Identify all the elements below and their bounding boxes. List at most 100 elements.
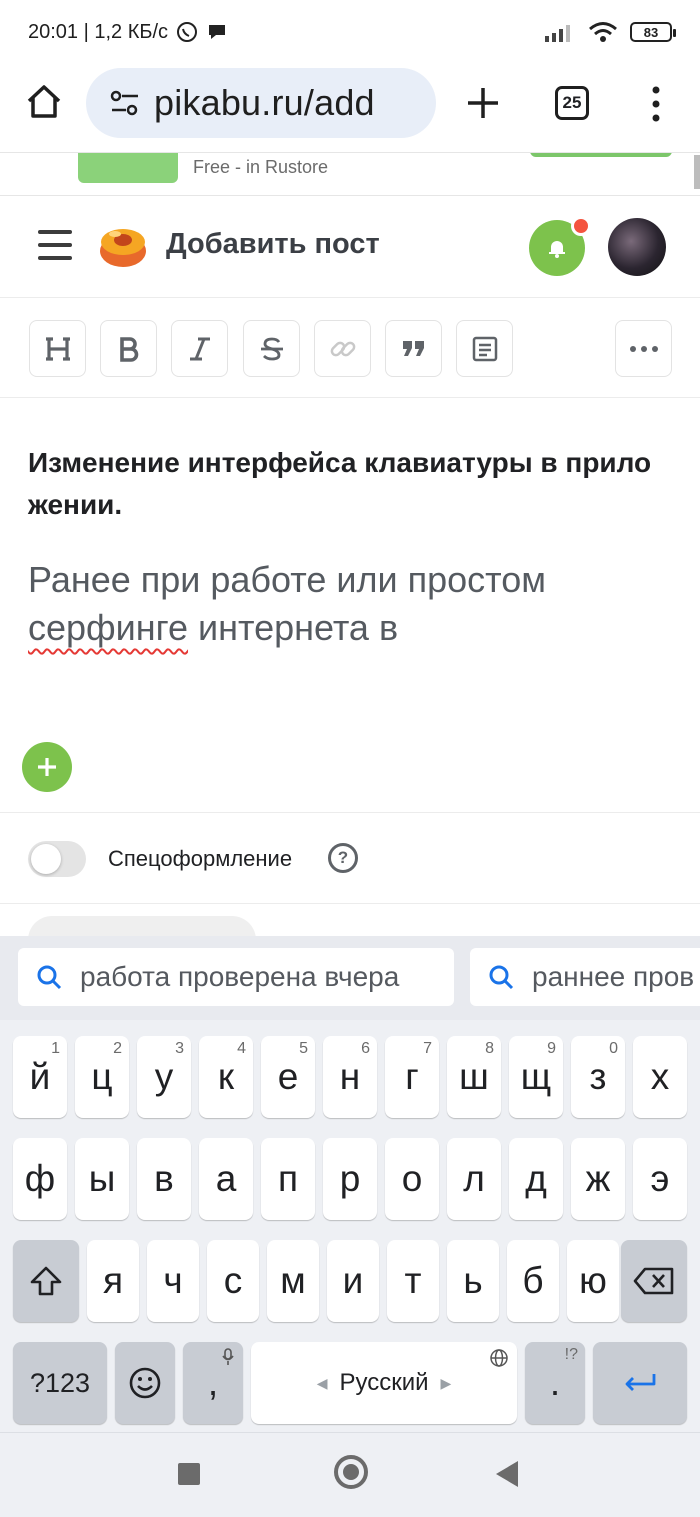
- notifications-button[interactable]: [529, 216, 591, 276]
- key[interactable]: п: [261, 1138, 315, 1220]
- suggestion-chip[interactable]: работа проверена вчера: [18, 948, 454, 1006]
- key[interactable]: и: [327, 1240, 379, 1322]
- key[interactable]: ш8: [447, 1036, 501, 1118]
- shift-icon: [30, 1266, 62, 1296]
- key[interactable]: ы: [75, 1138, 129, 1220]
- more-menu-icon[interactable]: [648, 84, 664, 124]
- keyboard-language-label: Русский: [339, 1369, 429, 1396]
- ad-text: Free - in Rustore: [193, 157, 329, 177]
- key[interactable]: ц2: [75, 1036, 129, 1118]
- special-formatting-label: Спецоформление: [108, 846, 293, 871]
- heading-icon: [45, 336, 70, 361]
- key[interactable]: ю: [567, 1240, 619, 1322]
- key[interactable]: э: [633, 1138, 687, 1220]
- heading-button[interactable]: [29, 320, 86, 377]
- tab-switcher-button[interactable]: 25: [555, 86, 589, 120]
- key[interactable]: ч: [147, 1240, 199, 1322]
- post-body-text[interactable]: Ранее при работе или простом серфинге ин…: [28, 556, 668, 652]
- key[interactable]: с: [207, 1240, 259, 1322]
- search-icon: [489, 965, 514, 990]
- key[interactable]: л: [447, 1138, 501, 1220]
- link-button[interactable]: [314, 320, 371, 377]
- special-formatting-row: Спецоформление ?: [0, 812, 700, 904]
- key[interactable]: е5: [261, 1036, 315, 1118]
- browser-toolbar: pikabu.ru/add 25: [0, 64, 700, 152]
- space-key[interactable]: ◀ Русский ▶: [251, 1342, 517, 1424]
- emoji-icon: [129, 1367, 161, 1399]
- pikabu-logo[interactable]: [96, 220, 150, 270]
- comma-key[interactable]: ,: [183, 1342, 243, 1424]
- key[interactable]: х: [633, 1036, 687, 1118]
- recents-icon[interactable]: [178, 1463, 200, 1485]
- bold-button[interactable]: [100, 320, 157, 377]
- key[interactable]: щ9: [509, 1036, 563, 1118]
- key[interactable]: т: [387, 1240, 439, 1322]
- wifi-icon: [589, 22, 617, 42]
- ad-banner[interactable]: Free - in Rustore: [0, 152, 700, 196]
- key[interactable]: р: [323, 1138, 377, 1220]
- symbols-key[interactable]: ?123: [13, 1342, 107, 1424]
- key[interactable]: д: [509, 1138, 563, 1220]
- left-arrow-icon: ◀: [316, 1374, 328, 1391]
- more-options-button[interactable]: [615, 320, 672, 377]
- key[interactable]: ф: [13, 1138, 67, 1220]
- post-title-text[interactable]: Изменение интерфейса клавиатуры в прилож…: [28, 442, 668, 526]
- chat-icon: [209, 25, 226, 39]
- address-bar[interactable]: pikabu.ru/add: [86, 68, 436, 138]
- key[interactable]: к4: [199, 1036, 253, 1118]
- suggestion-bar: работа проверена вчера раннее пров: [0, 936, 700, 1020]
- key[interactable]: я: [87, 1240, 139, 1322]
- key[interactable]: м: [267, 1240, 319, 1322]
- help-icon[interactable]: ?: [328, 843, 358, 873]
- formatting-toolbar: [0, 298, 700, 398]
- suggestion-text: работа проверена вчера: [80, 961, 400, 992]
- bold-icon: [119, 336, 138, 362]
- special-formatting-toggle[interactable]: [28, 841, 86, 877]
- key[interactable]: о: [385, 1138, 439, 1220]
- backspace-key[interactable]: [621, 1240, 687, 1322]
- key[interactable]: у3: [137, 1036, 191, 1118]
- ad-image: [78, 153, 178, 183]
- key[interactable]: г7: [385, 1036, 439, 1118]
- italic-button[interactable]: [171, 320, 228, 377]
- key[interactable]: з0: [571, 1036, 625, 1118]
- hamburger-menu-icon[interactable]: [38, 230, 72, 260]
- page-title: Добавить пост: [166, 228, 380, 260]
- back-icon[interactable]: [496, 1461, 518, 1487]
- emoji-key[interactable]: [115, 1342, 175, 1424]
- notification-badge: [571, 216, 591, 236]
- add-block-button[interactable]: [22, 742, 72, 792]
- site-header: Добавить пост: [0, 196, 700, 298]
- post-editor[interactable]: Изменение интерфейса клавиатуры в прилож…: [0, 398, 700, 812]
- site-settings-icon[interactable]: [110, 90, 140, 116]
- quote-button[interactable]: [385, 320, 442, 377]
- on-screen-keyboard: работа проверена вчера раннее пров й1 ц2…: [0, 936, 700, 1517]
- ad-install-button[interactable]: [530, 153, 672, 157]
- key[interactable]: в: [137, 1138, 191, 1220]
- enter-key[interactable]: [593, 1342, 687, 1424]
- misspelled-word[interactable]: серфинге: [28, 607, 188, 648]
- key[interactable]: ь: [447, 1240, 499, 1322]
- system-navigation-bar: [0, 1432, 700, 1517]
- status-time: 20:01 | 1,2 КБ/с: [28, 20, 169, 43]
- key[interactable]: ж: [571, 1138, 625, 1220]
- period-key[interactable]: . !?: [525, 1342, 585, 1424]
- body-text-part1: Ранее при работе или простом: [28, 559, 547, 600]
- key[interactable]: б: [507, 1240, 559, 1322]
- key[interactable]: н6: [323, 1036, 377, 1118]
- paragraph-format-button[interactable]: [456, 320, 513, 377]
- microphone-icon: [222, 1348, 234, 1365]
- status-bar: 20:01 | 1,2 КБ/с 83: [0, 0, 700, 64]
- shift-key[interactable]: [13, 1240, 79, 1322]
- suggestion-chip[interactable]: раннее пров: [470, 948, 700, 1006]
- key[interactable]: й1: [13, 1036, 67, 1118]
- quote-icon: [402, 340, 424, 356]
- scrollbar[interactable]: [694, 155, 700, 189]
- home-icon[interactable]: [24, 82, 64, 122]
- avatar[interactable]: [608, 218, 666, 276]
- key[interactable]: а: [199, 1138, 253, 1220]
- strikethrough-button[interactable]: [243, 320, 300, 377]
- home-nav-icon[interactable]: [334, 1455, 368, 1489]
- new-tab-icon[interactable]: [462, 82, 504, 124]
- link-icon: [330, 341, 355, 356]
